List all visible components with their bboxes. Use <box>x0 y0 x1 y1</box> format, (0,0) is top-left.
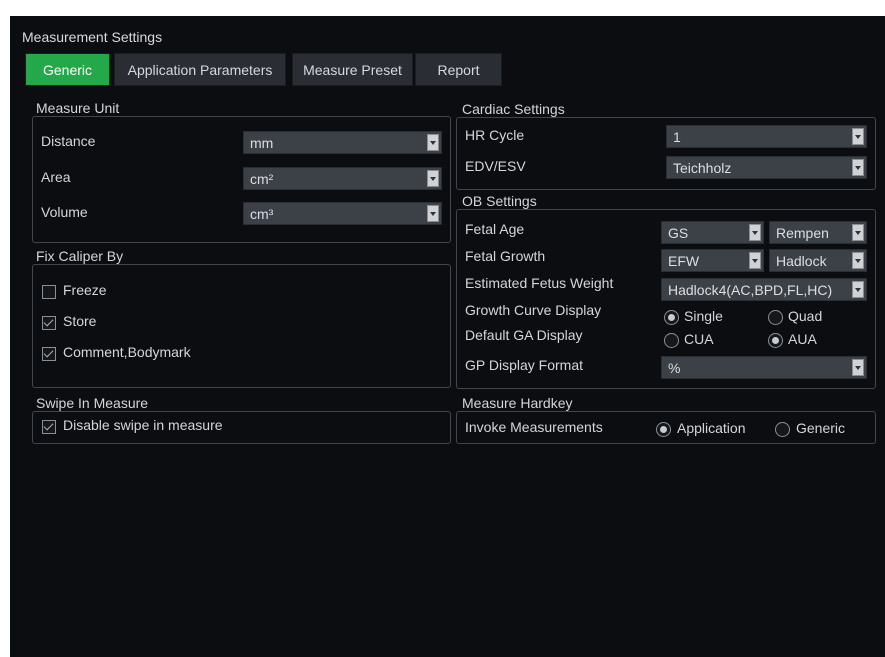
distance-unit-select[interactable]: mm <box>243 131 442 154</box>
edv-esv-select[interactable]: Teichholz <box>666 156 867 179</box>
gp-display-format-select[interactable]: % <box>661 356 867 379</box>
growth-curve-display-label: Growth Curve Display <box>465 302 602 318</box>
chevron-down-icon <box>852 128 864 145</box>
chevron-down-icon <box>852 224 864 241</box>
invoke-generic-radio[interactable] <box>775 422 790 437</box>
chevron-down-icon <box>749 252 761 269</box>
chevron-down-icon <box>852 252 864 269</box>
fetal-growth-method-value: Hadlock <box>776 253 827 269</box>
hr-cycle-select[interactable]: 1 <box>666 125 867 148</box>
fetal-age-method-value: Rempen <box>776 225 829 241</box>
freeze-checkbox[interactable] <box>42 285 56 299</box>
estimated-fetus-weight-select[interactable]: Hadlock4(AC,BPD,FL,HC) <box>661 278 867 301</box>
default-ga-aua-radio[interactable] <box>768 333 783 348</box>
fetal-growth-method-select[interactable]: Hadlock <box>769 249 867 272</box>
edv-esv-value: Teichholz <box>673 160 732 176</box>
gp-display-format-label: GP Display Format <box>465 357 583 373</box>
chevron-down-icon <box>427 205 439 222</box>
chevron-down-icon <box>427 170 439 187</box>
growth-curve-single-label: Single <box>684 308 723 324</box>
disable-swipe-label: Disable swipe in measure <box>63 417 223 433</box>
measure-hardkey-legend: Measure Hardkey <box>462 395 579 411</box>
store-checkbox[interactable] <box>42 316 56 330</box>
distance-label: Distance <box>41 133 96 149</box>
volume-label: Volume <box>41 204 88 220</box>
growth-curve-quad-radio[interactable] <box>768 310 783 325</box>
comment-bodymark-checkbox[interactable] <box>42 347 56 361</box>
ob-settings-legend: OB Settings <box>462 193 543 209</box>
hr-cycle-value: 1 <box>673 129 681 145</box>
tab-measure-preset[interactable]: Measure Preset <box>292 53 413 86</box>
fetal-age-select[interactable]: GS <box>661 221 764 244</box>
fetal-growth-label: Fetal Growth <box>465 248 546 264</box>
freeze-label: Freeze <box>63 282 107 298</box>
area-unit-select[interactable]: cm² <box>243 167 442 190</box>
default-ga-display-label: Default GA Display <box>465 327 583 343</box>
chevron-down-icon <box>852 159 864 176</box>
fetal-age-value: GS <box>668 225 689 241</box>
gp-display-format-value: % <box>668 360 681 376</box>
chevron-down-icon <box>749 224 761 241</box>
estimated-fetus-weight-label: Estimated Fetus Weight <box>465 275 614 291</box>
comment-bodymark-label: Comment,Bodymark <box>63 344 191 360</box>
invoke-measurements-label: Invoke Measurements <box>465 419 603 435</box>
fetal-growth-value: EFW <box>668 253 700 269</box>
tab-application-parameters[interactable]: Application Parameters <box>114 53 286 86</box>
growth-curve-quad-label: Quad <box>788 308 823 324</box>
disable-swipe-checkbox[interactable] <box>42 420 56 434</box>
invoke-application-label: Application <box>677 420 746 436</box>
default-ga-cua-radio[interactable] <box>664 333 679 348</box>
edv-esv-label: EDV/ESV <box>465 158 526 174</box>
store-label: Store <box>63 313 97 329</box>
swipe-in-measure-legend: Swipe In Measure <box>36 395 155 411</box>
area-label: Area <box>41 169 71 185</box>
measure-unit-legend: Measure Unit <box>36 100 126 116</box>
measurement-settings-window: Measurement Settings Generic Application… <box>10 16 885 657</box>
invoke-generic-label: Generic <box>796 420 846 436</box>
fetal-age-label: Fetal Age <box>465 221 525 237</box>
tab-generic[interactable]: Generic <box>25 53 110 86</box>
distance-unit-value: mm <box>250 135 274 151</box>
invoke-application-radio[interactable] <box>656 422 671 437</box>
default-ga-cua-label: CUA <box>684 331 714 347</box>
default-ga-aua-label: AUA <box>788 331 817 347</box>
growth-curve-single-radio[interactable] <box>664 310 679 325</box>
chevron-down-icon <box>852 281 864 298</box>
estimated-fetus-weight-value: Hadlock4(AC,BPD,FL,HC) <box>668 282 833 298</box>
fix-caliper-legend: Fix Caliper By <box>36 248 130 264</box>
chevron-down-icon <box>427 134 439 151</box>
chevron-down-icon <box>852 359 864 376</box>
volume-unit-value: cm³ <box>250 206 274 222</box>
hr-cycle-label: HR Cycle <box>465 127 525 143</box>
cardiac-settings-legend: Cardiac Settings <box>462 101 571 117</box>
fetal-growth-select[interactable]: EFW <box>661 249 764 272</box>
fetal-age-method-select[interactable]: Rempen <box>769 221 867 244</box>
area-unit-value: cm² <box>250 171 274 187</box>
volume-unit-select[interactable]: cm³ <box>243 202 442 225</box>
tab-report[interactable]: Report <box>415 53 502 86</box>
page-title: Measurement Settings <box>22 29 163 45</box>
